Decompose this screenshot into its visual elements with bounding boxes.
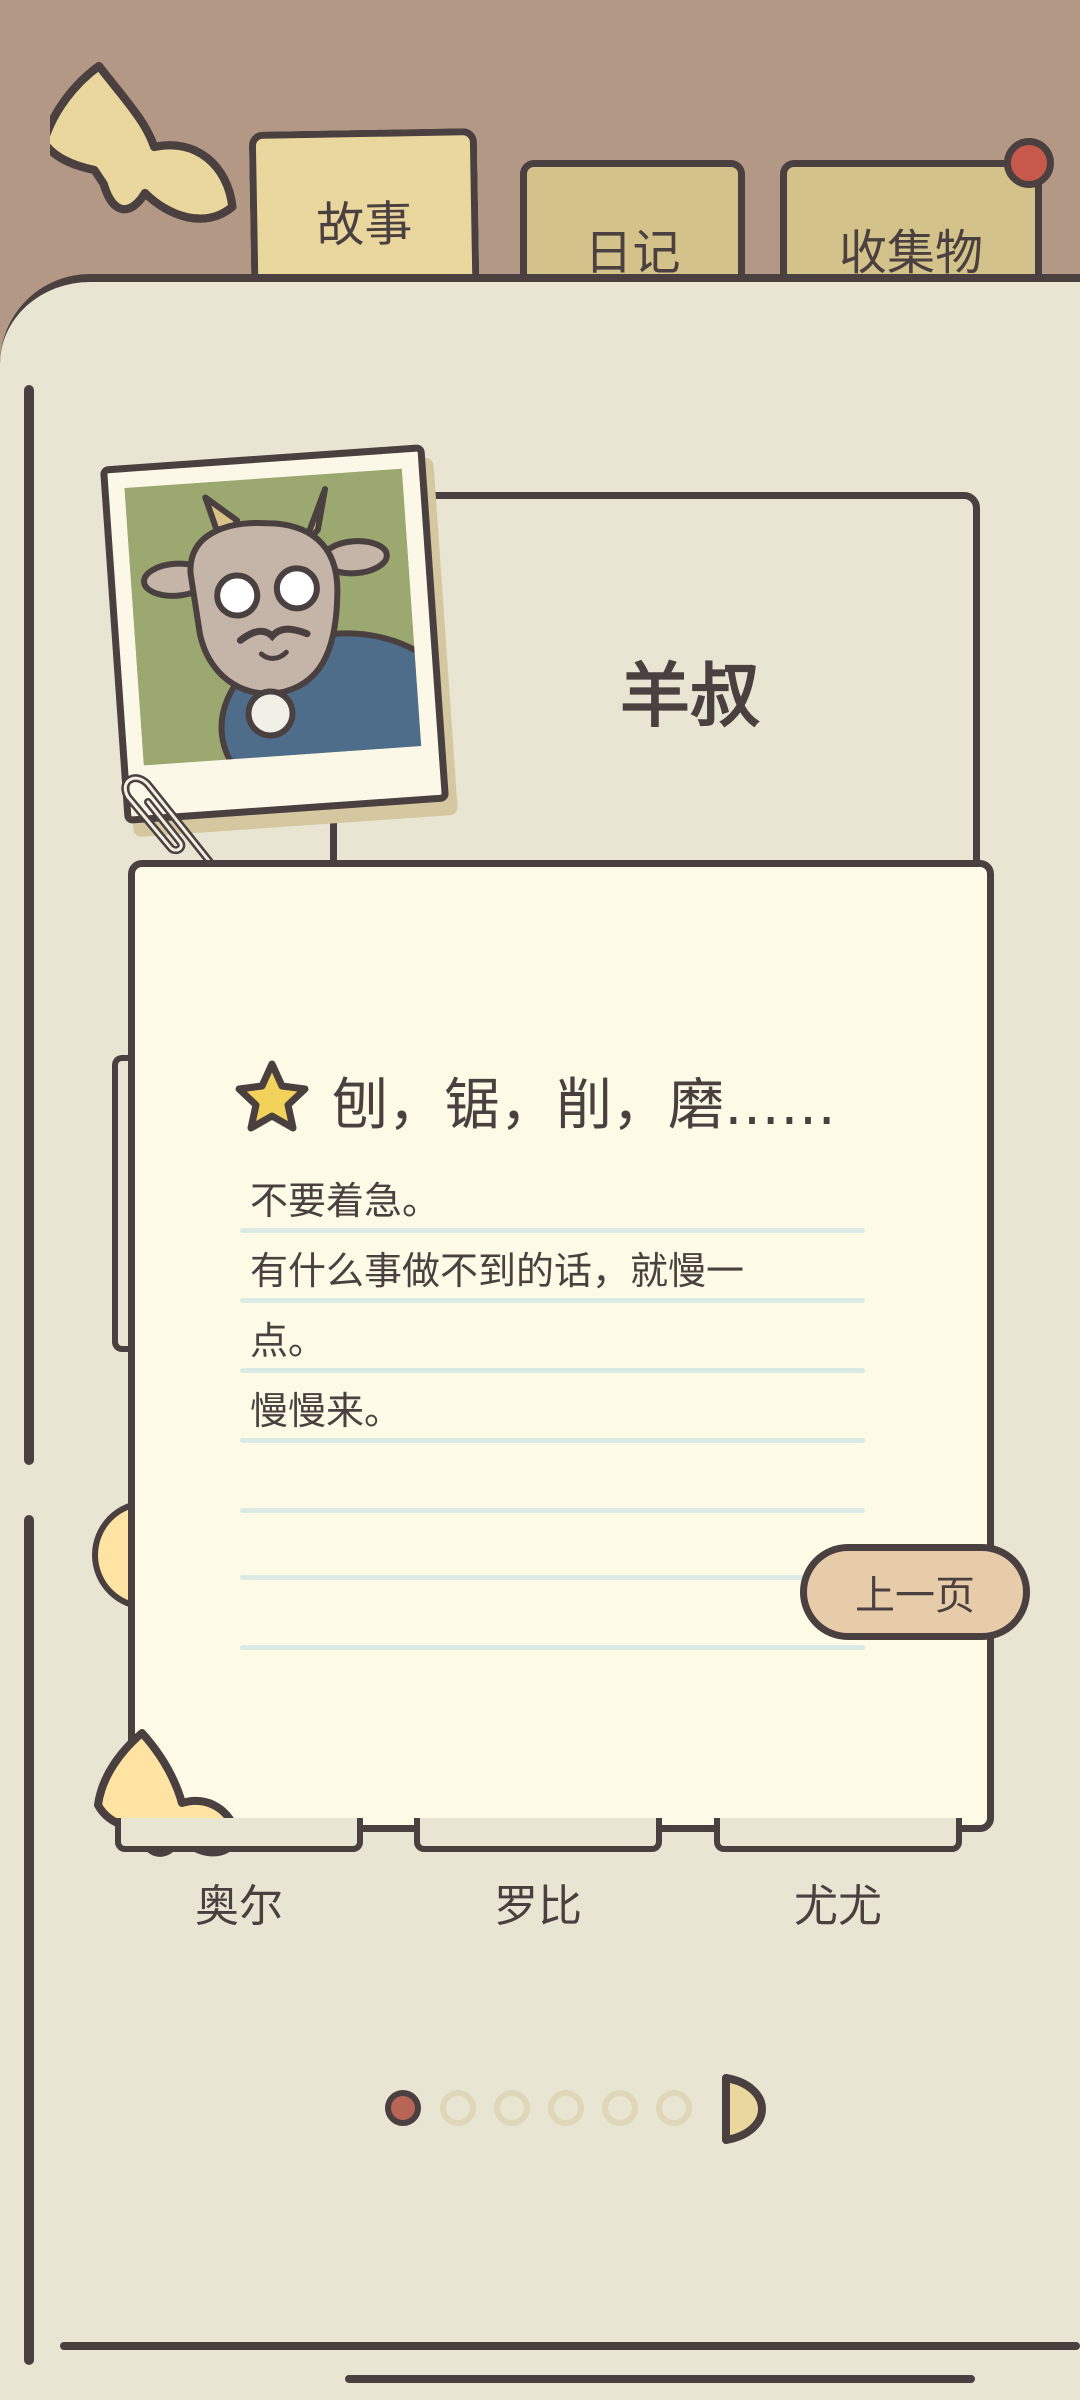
page-dot-1[interactable] (385, 2090, 421, 2126)
book-spine-bottom (24, 1515, 34, 2365)
page-dot-2[interactable] (440, 2090, 476, 2126)
tab-diary-label: 日记 (584, 225, 681, 281)
note-rule (240, 1438, 865, 1443)
note-rule (240, 1368, 865, 1373)
tab-story-label: 故事 (315, 196, 413, 254)
book-bottom-edge-inner (345, 2375, 975, 2383)
page-dot-6[interactable] (656, 2090, 692, 2126)
note-line: 有什么事做不到的话，就慢一 (250, 1249, 745, 1293)
character-slot[interactable] (115, 1818, 363, 1852)
note-rule (240, 1508, 865, 1513)
back-arrow-icon[interactable] (50, 55, 240, 230)
page-dot-4[interactable] (548, 2090, 584, 2126)
page-dot-5[interactable] (602, 2090, 638, 2126)
note-rule (240, 1645, 865, 1650)
note-line: 慢慢来。 (250, 1389, 403, 1433)
character-name: 羊叔 (620, 655, 760, 737)
book-spine-top (24, 385, 34, 1465)
tab-diary[interactable]: 日记 (520, 160, 745, 281)
note-rule (240, 1298, 865, 1303)
tab-collection-label: 收集物 (838, 225, 983, 281)
book-bottom-edge (60, 2342, 1080, 2350)
note-line: 点。 (250, 1319, 327, 1363)
notification-dot (1004, 138, 1054, 188)
page-dot-3[interactable] (494, 2090, 530, 2126)
character-label-aoer[interactable]: 奥尔 (115, 1870, 363, 1934)
prev-page-label: 上一页 (855, 1573, 975, 1619)
character-slot[interactable] (714, 1818, 962, 1852)
star-icon (235, 1060, 309, 1132)
next-page-arrow-icon[interactable] (718, 2072, 768, 2146)
prev-page-button[interactable]: 上一页 (800, 1544, 1030, 1640)
note-rule (240, 1575, 865, 1580)
character-slot[interactable] (414, 1818, 662, 1852)
goat-portrait-icon (124, 468, 422, 766)
note-title: 刨，锯，削，磨…… (332, 1073, 836, 1138)
character-label-luobi[interactable]: 罗比 (414, 1870, 662, 1934)
note-line: 不要着急。 (250, 1179, 441, 1223)
paper-clip-icon (121, 774, 214, 866)
character-label-youyou[interactable]: 尤尤 (714, 1870, 962, 1934)
tab-story[interactable]: 故事 (248, 128, 480, 282)
note-rule (240, 1228, 865, 1233)
tab-collection[interactable]: 收集物 (780, 160, 1042, 281)
